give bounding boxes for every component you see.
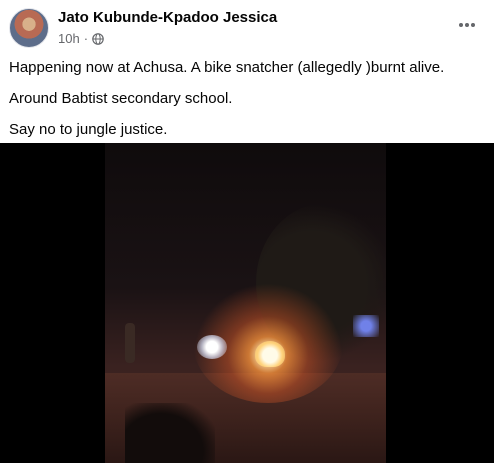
post-text-line: Happening now at Achusa. A bike snatcher… [9, 59, 445, 76]
post-header: Jato Kubunde-Kpadoo Jessica 10h · [0, 0, 494, 52]
blue-light [353, 315, 379, 337]
fire [255, 341, 285, 367]
video-frame [105, 143, 386, 463]
author-name[interactable]: Jato Kubunde-Kpadoo Jessica [58, 9, 277, 26]
post-text: Happening now at Achusa. A bike snatcher… [9, 58, 485, 151]
avatar[interactable] [9, 8, 49, 48]
post-timestamp[interactable]: 10h [58, 31, 80, 46]
post-meta: 10h · [58, 31, 104, 46]
meta-separator: · [83, 31, 89, 46]
post-text-line: Around Babtist secondary school. [9, 90, 233, 107]
post-text-line: Say no to jungle justice. [9, 121, 168, 138]
post-video[interactable] [0, 143, 494, 463]
more-horizontal-icon [458, 15, 476, 33]
headlight [197, 335, 227, 359]
more-options-button[interactable] [453, 14, 481, 34]
foreground-shadow [125, 403, 215, 463]
globe-icon[interactable] [92, 32, 104, 45]
facebook-post: Jato Kubunde-Kpadoo Jessica 10h · Happen… [0, 0, 494, 463]
person-silhouette [125, 323, 135, 363]
